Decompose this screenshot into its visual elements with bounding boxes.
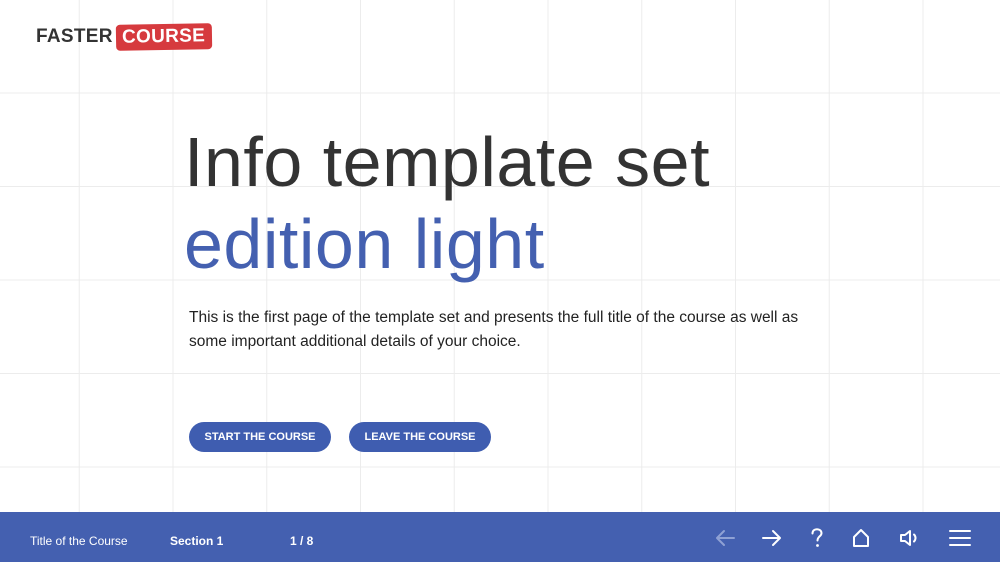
- menu-icon[interactable]: [947, 525, 973, 551]
- home-icon[interactable]: [848, 525, 874, 551]
- footer-section: Section 1: [170, 534, 224, 548]
- back-arrow-icon[interactable]: [712, 525, 738, 551]
- logo: FASTER COURSE: [36, 23, 213, 51]
- page-description: This is the first page of the template s…: [189, 309, 799, 350]
- volume-icon[interactable]: [897, 525, 923, 551]
- start-course-button[interactable]: START THE COURSE: [189, 422, 331, 452]
- leave-course-button[interactable]: LEAVE THE COURSE: [349, 422, 491, 452]
- help-icon[interactable]: [804, 525, 830, 551]
- page-title: Info template set: [184, 123, 711, 201]
- logo-text-course: COURSE: [115, 23, 213, 51]
- page-subtitle: edition light: [184, 205, 545, 283]
- footer-course-title: Title of the Course: [30, 534, 128, 548]
- footer-bar: Title of the Course Section 1 1 / 8: [0, 512, 1000, 562]
- logo-text-faster: FASTER: [36, 26, 113, 47]
- footer-page-counter: 1 / 8: [290, 534, 314, 548]
- forward-arrow-icon[interactable]: [759, 525, 785, 551]
